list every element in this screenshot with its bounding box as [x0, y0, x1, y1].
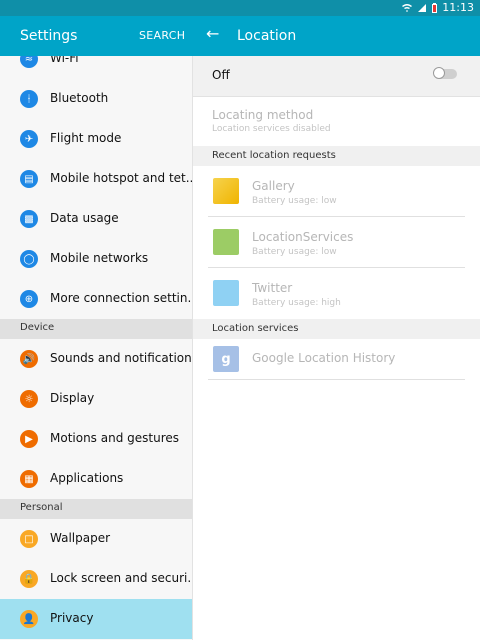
lock-icon: 🔒 [20, 570, 38, 588]
applications-icon: ▦ [20, 470, 38, 488]
section-label: Recent location requests [212, 150, 336, 161]
sidebar-item-label: Data usage [50, 211, 119, 225]
personal-section-header: Personal [0, 499, 192, 519]
switch-knob [433, 67, 445, 79]
signal-icon [417, 3, 427, 13]
locating-method-title: Locating method [212, 108, 314, 122]
recent-requests-header: Recent location requests [193, 146, 480, 166]
location-switch[interactable] [433, 67, 457, 79]
sidebar-item-motions[interactable]: ▶ Motions and gestures [0, 419, 192, 459]
location-title: Location [237, 28, 297, 44]
request-title: LocationServices [252, 230, 354, 244]
sidebar-item-mobile-hotspot[interactable]: ▤ Mobile hotspot and tet.. [0, 159, 192, 199]
sidebar-item-wifi[interactable]: ≈ Wi-Fi [0, 56, 192, 79]
sidebar-item-more-connection[interactable]: ⊕ More connection settin.. [0, 279, 192, 319]
service-title: Google Location History [252, 351, 396, 365]
sidebar-item-label: Motions and gestures [50, 431, 180, 445]
device-section-header: Device [0, 319, 192, 339]
settings-title: Settings [20, 28, 78, 44]
request-subtitle: Battery usage: low [252, 247, 337, 257]
battery-icon [431, 2, 438, 14]
sidebar-item-label: Wi-Fi [50, 56, 79, 65]
google-icon: g [213, 346, 239, 372]
request-title: Gallery [252, 179, 295, 193]
motions-icon: ▶ [20, 430, 38, 448]
gallery-icon [213, 178, 239, 204]
request-twitter[interactable]: Twitter Battery usage: high [193, 268, 480, 318]
request-locationservices[interactable]: LocationServices Battery usage: low [193, 217, 480, 267]
status-bar: 11:13 [0, 0, 480, 16]
display-icon: ☼ [20, 390, 38, 408]
request-subtitle: Battery usage: high [252, 298, 341, 308]
google-location-history-item[interactable]: g Google Location History [193, 339, 480, 379]
request-title: Twitter [252, 281, 293, 295]
sidebar-item-label: Display [50, 391, 95, 405]
status-icons: 11:13 [401, 1, 474, 15]
locating-method-item: Locating method Location services disabl… [212, 108, 331, 134]
hotspot-icon: ▤ [20, 170, 38, 188]
sidebar-item-sounds[interactable]: 🔊 Sounds and notification.. [0, 339, 192, 379]
sidebar-item-label: Sounds and notification.. [50, 351, 193, 365]
more-connection-icon: ⊕ [20, 290, 38, 308]
request-subtitle: Battery usage: low [252, 196, 337, 206]
sidebar-item-label: Bluetooth [50, 91, 109, 105]
wallpaper-icon: □ [20, 530, 38, 548]
section-label: Device [20, 322, 55, 333]
settings-list[interactable]: ≈ Wi-Fi ᚽ Bluetooth ✈ Flight mode ▤ Mobi… [0, 56, 193, 640]
sidebar-item-display[interactable]: ☼ Display [0, 379, 192, 419]
sidebar-item-label: Flight mode [50, 131, 122, 145]
request-gallery[interactable]: Gallery Battery usage: low [193, 166, 480, 216]
data-usage-icon: ▩ [20, 210, 38, 228]
sidebar-item-label: Wallpaper [50, 531, 111, 545]
sidebar-item-label: Privacy [50, 611, 94, 625]
privacy-icon: 👤 [20, 610, 38, 628]
bluetooth-icon: ᚽ [20, 90, 38, 108]
search-button[interactable]: SEARCH [139, 29, 185, 42]
sidebar-item-mobile-networks[interactable]: ◯ Mobile networks [0, 239, 192, 279]
divider [208, 379, 465, 380]
sidebar-item-label: Applications [50, 471, 124, 485]
clock: 11:13 [442, 1, 474, 14]
sidebar-item-label: Mobile networks [50, 251, 149, 265]
sidebar-item-privacy[interactable]: 👤 Privacy [0, 599, 192, 639]
location-toggle-row[interactable]: Off [193, 56, 480, 97]
locating-method-subtitle: Location services disabled [212, 124, 331, 134]
location-panel: Off Locating method Location services di… [193, 56, 480, 640]
sidebar-item-wallpaper[interactable]: □ Wallpaper [0, 519, 192, 559]
sidebar-item-applications[interactable]: ▦ Applications [0, 459, 192, 499]
toggle-label: Off [212, 68, 230, 82]
section-label: Location services [212, 323, 299, 334]
sidebar-item-lock-screen[interactable]: 🔒 Lock screen and securi.. [0, 559, 192, 599]
twitter-icon [213, 280, 239, 306]
wifi-status-icon [401, 3, 413, 13]
sidebar-item-bluetooth[interactable]: ᚽ Bluetooth [0, 79, 192, 119]
sidebar-item-label: More connection settin.. [50, 291, 193, 305]
section-label: Personal [20, 502, 63, 513]
sound-icon: 🔊 [20, 350, 38, 368]
airplane-icon: ✈ [20, 130, 38, 148]
app-bar: Settings SEARCH ← Location [0, 16, 480, 56]
sidebar-item-label: Mobile hotspot and tet.. [50, 171, 193, 185]
android-icon [213, 229, 239, 255]
sidebar-item-flight-mode[interactable]: ✈ Flight mode [0, 119, 192, 159]
wifi-icon: ≈ [20, 56, 38, 68]
location-services-header: Location services [193, 319, 480, 339]
sidebar-item-data-usage[interactable]: ▩ Data usage [0, 199, 192, 239]
sidebar-item-label: Lock screen and securi.. [50, 571, 193, 585]
mobile-networks-icon: ◯ [20, 250, 38, 268]
back-arrow-icon[interactable]: ← [206, 26, 219, 42]
